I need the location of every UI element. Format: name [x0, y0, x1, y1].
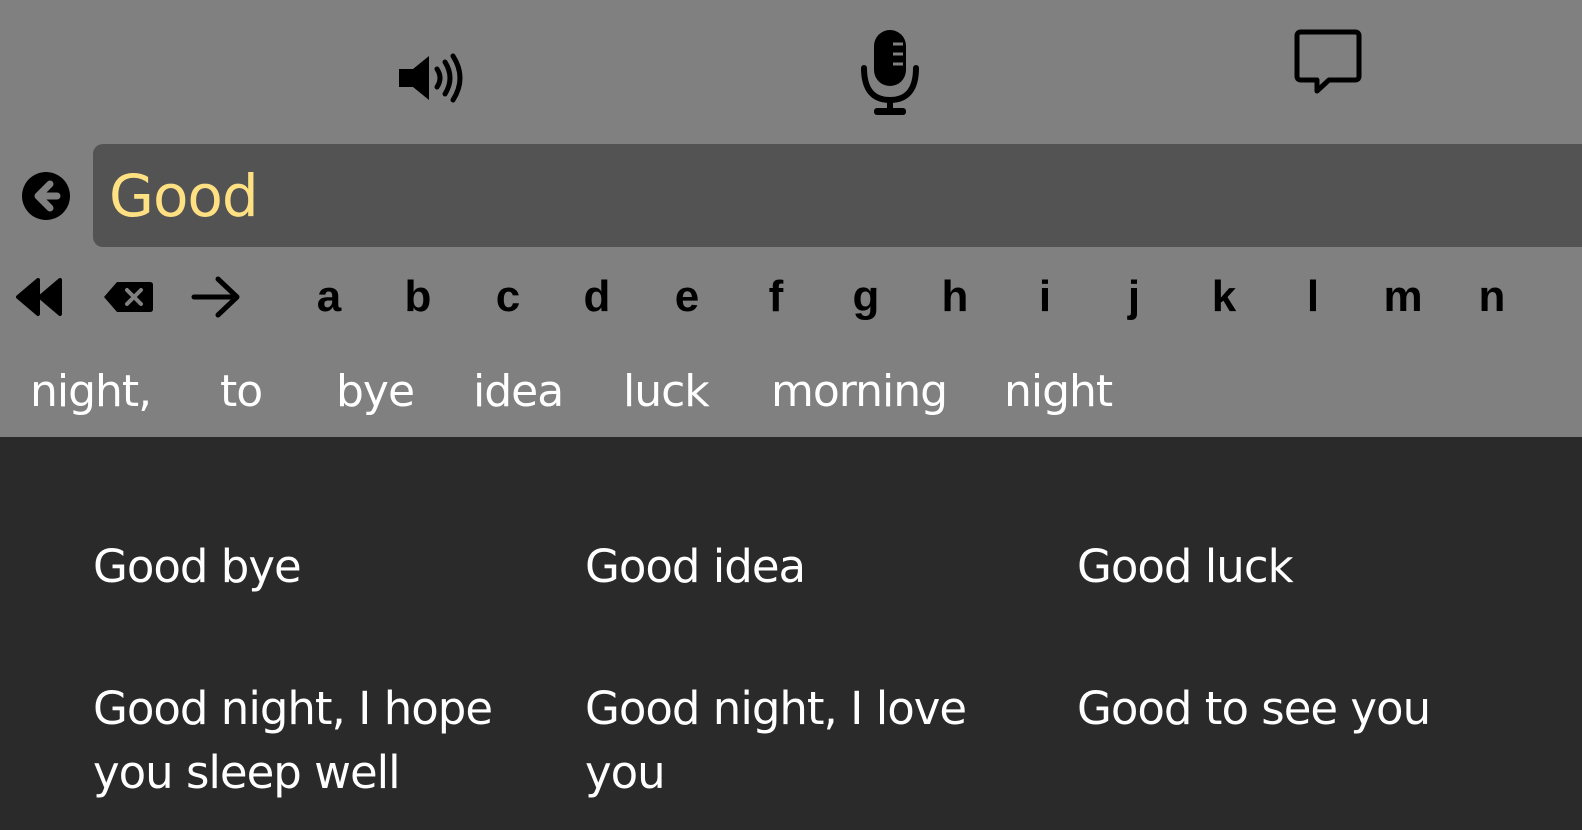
- app-window: Good a b c d e f g h i j k l m n night, …: [0, 0, 1582, 830]
- key-f[interactable]: f: [748, 262, 804, 332]
- key-d[interactable]: d: [569, 262, 625, 332]
- speaker-icon: [399, 53, 463, 103]
- phrase-option[interactable]: Good night, I love you: [585, 677, 985, 805]
- key-e[interactable]: e: [659, 262, 715, 332]
- top-panel: Good a b c d e f g h i j k l m n night, …: [0, 0, 1582, 437]
- chat-button[interactable]: [1290, 24, 1366, 98]
- rewind-icon: [16, 278, 62, 316]
- forward-arrow-icon: [191, 276, 240, 318]
- word-suggestions: night, to bye idea luck morning night: [0, 355, 1582, 427]
- suggestion-word[interactable]: to: [220, 355, 263, 427]
- microphone-button[interactable]: [855, 26, 925, 118]
- key-c[interactable]: c: [480, 262, 536, 332]
- chat-bubble-icon: [1294, 29, 1362, 94]
- suggestion-word[interactable]: luck: [623, 355, 710, 427]
- key-k[interactable]: k: [1196, 262, 1252, 332]
- phrase-option[interactable]: Good idea: [585, 535, 985, 599]
- microphone-icon: [861, 30, 919, 115]
- key-n[interactable]: n: [1464, 262, 1520, 332]
- back-button[interactable]: [20, 170, 72, 222]
- suggestion-word[interactable]: morning: [771, 355, 948, 427]
- message-input-text: Good: [109, 161, 259, 230]
- phrase-option[interactable]: Good to see you: [1077, 677, 1477, 741]
- key-b[interactable]: b: [390, 262, 446, 332]
- suggestion-word[interactable]: bye: [336, 355, 415, 427]
- speak-button[interactable]: [392, 48, 468, 108]
- suggestion-word[interactable]: idea: [473, 355, 564, 427]
- forward-button[interactable]: [188, 262, 244, 332]
- back-icon: [22, 172, 70, 220]
- key-m[interactable]: m: [1375, 262, 1431, 332]
- suggestion-word[interactable]: night: [1004, 355, 1113, 427]
- delete-button[interactable]: [100, 262, 156, 332]
- key-g[interactable]: g: [838, 262, 894, 332]
- message-input[interactable]: Good: [93, 144, 1582, 247]
- key-i[interactable]: i: [1017, 262, 1073, 332]
- phrase-option[interactable]: Good night, I hope you sleep well: [93, 677, 493, 805]
- key-h[interactable]: h: [927, 262, 983, 332]
- phrase-option[interactable]: Good bye: [93, 535, 493, 599]
- phrase-option[interactable]: Good luck: [1077, 535, 1477, 599]
- rewind-button[interactable]: [10, 262, 66, 332]
- delete-icon: [104, 282, 153, 312]
- key-a[interactable]: a: [301, 262, 357, 332]
- suggestion-word[interactable]: night,: [30, 355, 152, 427]
- key-l[interactable]: l: [1285, 262, 1341, 332]
- keyboard-row: a b c d e f g h i j k l m n: [0, 262, 1582, 332]
- key-j[interactable]: j: [1106, 262, 1162, 332]
